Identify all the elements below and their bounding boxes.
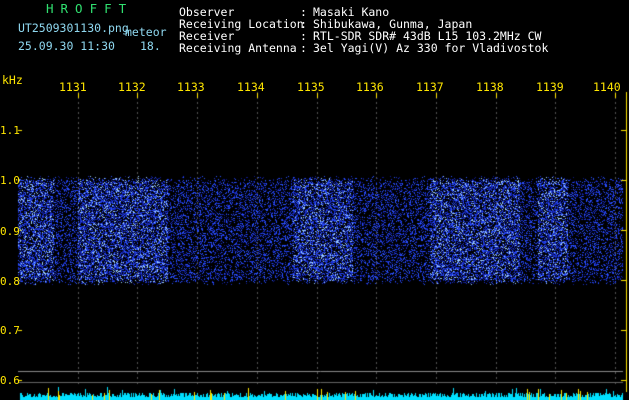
app-title: HROFFT [46, 1, 134, 16]
file-datetime: 25.09.30 11:30 [18, 39, 115, 53]
y-tick-label: 0.6 [0, 374, 20, 387]
x-tick-label: 1139 [536, 80, 564, 94]
x-tick-label: 1138 [476, 80, 504, 94]
y-axis-unit: kHz [2, 73, 23, 87]
y-tick-label: 0.7 [0, 324, 20, 337]
x-tick-label: 1133 [177, 80, 205, 94]
info-value-antenna: 3el Yagi(V) Az 330 for Vladivostok [313, 41, 549, 55]
y-tick-label: 1.0 [0, 174, 20, 187]
info-label-antenna: Receiving Antenna [179, 41, 297, 55]
file-suffix: meteor [125, 25, 167, 39]
hrofft-window: HROFFT UT2509301130.png meteor 25.09.30 … [0, 0, 629, 400]
x-tick-label: 1137 [416, 80, 444, 94]
spectrogram-canvas [0, 0, 629, 400]
y-tick-label: 1.1 [0, 124, 20, 137]
event-count: 18. [140, 39, 161, 53]
x-tick-label: 1131 [59, 80, 87, 94]
x-tick-label: 1134 [237, 80, 265, 94]
file-name: UT2509301130.png [18, 21, 129, 35]
y-tick-label: 0.9 [0, 225, 20, 238]
info-sep: : [300, 41, 307, 55]
y-tick-label: 0.8 [0, 275, 20, 288]
x-tick-label: 1132 [118, 80, 146, 94]
x-tick-label: 1136 [356, 80, 384, 94]
x-tick-label: 1135 [297, 80, 325, 94]
x-tick-label: 1140 [593, 80, 621, 94]
